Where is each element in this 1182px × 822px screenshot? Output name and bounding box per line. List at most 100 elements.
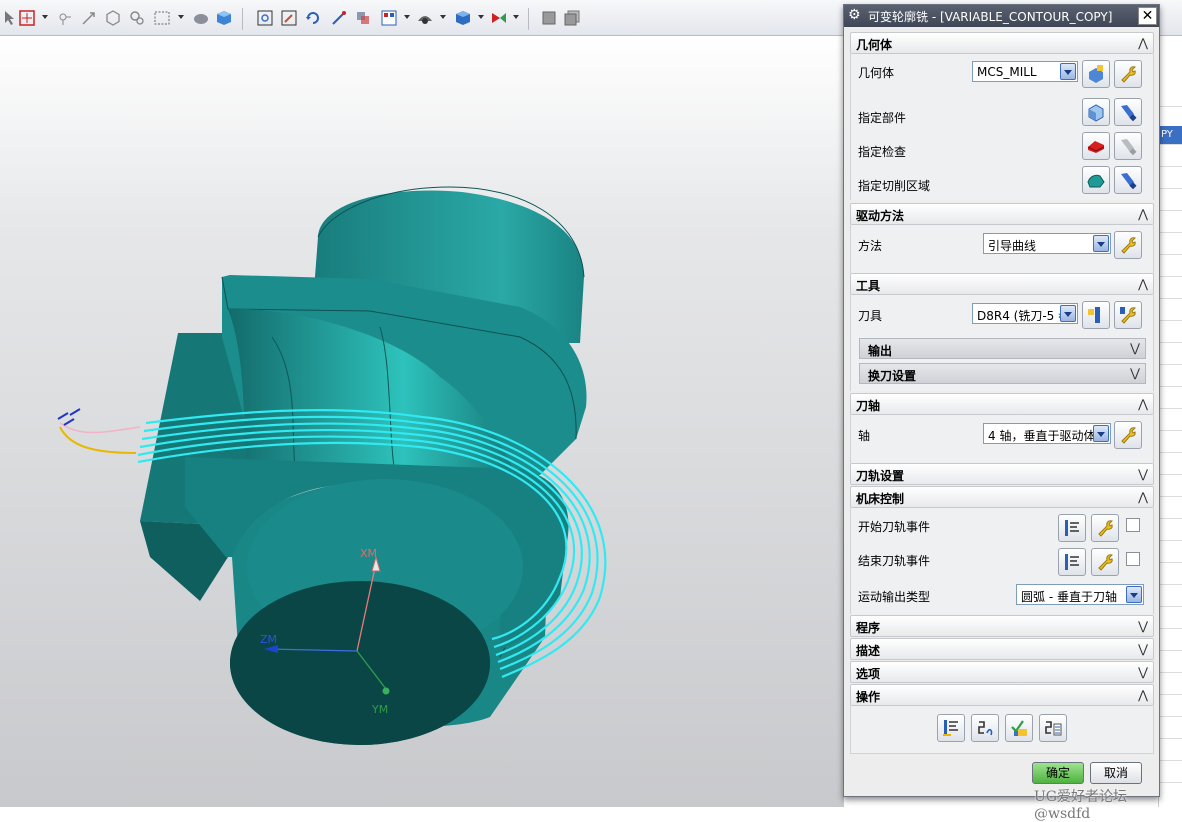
tool-axis-select[interactable]: 4 轴，垂直于驱动体 — [983, 423, 1111, 444]
rotate-icon[interactable] — [304, 9, 322, 27]
approach-path — [59, 422, 141, 434]
chevron-down-icon: ⋁ — [1138, 665, 1148, 679]
show-part-button[interactable] — [1114, 98, 1142, 126]
chevron-down-icon[interactable] — [1060, 305, 1076, 322]
motion-output-value: 圆弧 - 垂直于刀轴 — [1021, 590, 1117, 604]
graphics-viewport[interactable]: XM ZM YM — [0, 36, 844, 807]
tool-change-subsection[interactable]: 换刀设置 ⋁ — [859, 363, 1146, 384]
flashlight-icon — [1121, 173, 1137, 190]
chevron-down-icon: ⋁ — [1130, 341, 1140, 355]
dialog-title: 可变轮廓铣 - [VARIABLE_CONTOUR_COPY] — [868, 10, 1113, 24]
end-event-checkbox[interactable] — [1126, 552, 1140, 566]
section-geometry[interactable]: 几何体 ⋀ — [850, 32, 1154, 54]
end-event-label: 结束刀轨事件 — [858, 554, 931, 568]
edit-tool-axis-button[interactable] — [1114, 421, 1142, 449]
axis-label-y: YM — [371, 703, 388, 716]
start-event-label: 开始刀轨事件 — [858, 520, 931, 534]
start-event-checkbox[interactable] — [1126, 518, 1140, 532]
view-orient-icon[interactable] — [354, 9, 372, 27]
end-event-copy-button[interactable] — [1058, 548, 1086, 576]
show-cut-area-button[interactable] — [1114, 166, 1142, 194]
axis-label-z: ZM — [260, 633, 277, 646]
render-dropdown-icon[interactable] — [440, 15, 446, 19]
snap-dropdown-icon[interactable] — [42, 15, 48, 19]
edit-tool-button[interactable] — [1114, 301, 1142, 329]
method-label: 方法 — [858, 239, 883, 253]
point-constructor-icon[interactable] — [55, 9, 73, 27]
ok-button[interactable]: 确定 — [1032, 762, 1084, 784]
new-geometry-button[interactable] — [1082, 60, 1110, 88]
edit-drive-button[interactable] — [1114, 231, 1142, 259]
cube-icon[interactable] — [215, 9, 233, 27]
part-model-canvas[interactable]: XM ZM YM — [0, 37, 844, 807]
generate-button[interactable] — [937, 714, 965, 742]
cut-area-icon — [1087, 174, 1105, 188]
gear-filter-icon[interactable] — [128, 9, 146, 27]
layout-icon[interactable] — [380, 9, 398, 27]
replay-button[interactable] — [971, 714, 999, 742]
section-actions[interactable]: 操作 ⋀ — [850, 684, 1154, 706]
section-machine-body: 开始刀轨事件 结束刀轨事件 运动输出类型 圆弧 - 垂直于刀轴 — [850, 508, 1154, 614]
section-description[interactable]: 描述 ⋁ — [850, 638, 1154, 660]
shaded-solid-icon[interactable] — [192, 9, 210, 27]
zoom-icon[interactable] — [280, 9, 298, 27]
section-dropdown-icon[interactable] — [513, 15, 519, 19]
render-style-icon[interactable] — [416, 9, 434, 27]
section-program[interactable]: 程序 ⋁ — [850, 615, 1154, 637]
motion-output-select[interactable]: 圆弧 - 垂直于刀轴 — [1016, 584, 1144, 605]
toolbar-separator — [242, 8, 243, 30]
chevron-up-icon: ⋀ — [1138, 207, 1148, 221]
vector-icon[interactable] — [80, 9, 98, 27]
layout-dropdown-icon[interactable] — [404, 15, 410, 19]
fit-view-icon[interactable] — [256, 9, 274, 27]
chevron-up-icon: ⋀ — [1138, 36, 1148, 50]
rectangle-select-icon[interactable] — [153, 9, 171, 27]
chevron-down-icon[interactable] — [1060, 63, 1076, 80]
cancel-button[interactable]: 取消 — [1090, 762, 1142, 784]
chevron-down-icon[interactable] — [1126, 586, 1142, 603]
show-check-button[interactable] — [1114, 132, 1142, 160]
specify-check-button[interactable] — [1082, 132, 1110, 160]
section-tool-axis[interactable]: 刀轴 ⋀ — [850, 393, 1154, 415]
section-tool-axis-label: 刀轴 — [856, 399, 881, 413]
shaded-dropdown-icon[interactable] — [478, 15, 484, 19]
specify-cut-area-button[interactable] — [1082, 166, 1110, 194]
part-icon — [1088, 104, 1104, 122]
end-event-edit-button[interactable] — [1091, 548, 1119, 576]
dialog-titlebar[interactable]: ⚙ 可变轮廓铣 - [VARIABLE_CONTOUR_COPY] ✕ — [844, 5, 1159, 27]
start-event-edit-button[interactable] — [1091, 514, 1119, 542]
specify-part-button[interactable] — [1082, 98, 1110, 126]
chevron-down-icon[interactable] — [1093, 235, 1109, 252]
select-dropdown-icon[interactable] — [178, 15, 184, 19]
close-button[interactable]: ✕ — [1138, 7, 1157, 25]
new-tool-icon — [1088, 307, 1100, 323]
list-button[interactable] — [1039, 714, 1067, 742]
section-path-settings[interactable]: 刀轨设置 ⋁ — [850, 463, 1154, 485]
section-drive-method[interactable]: 驱动方法 ⋀ — [850, 203, 1154, 225]
section-geometry-body: 几何体 MCS_MILL 指定部件 指定检查 指定切削区域 — [850, 54, 1154, 200]
chevron-down-icon[interactable] — [1093, 425, 1109, 442]
edit-geometry-button[interactable] — [1114, 60, 1142, 88]
snap-point-icon[interactable] — [18, 9, 36, 27]
tool-axis-value: 4 轴，垂直于驱动体 — [988, 429, 1094, 443]
drive-method-select[interactable]: 引导曲线 — [983, 233, 1111, 254]
section-options[interactable]: 选项 ⋁ — [850, 661, 1154, 683]
section-view-icon[interactable] — [490, 9, 508, 27]
new-tool-button[interactable] — [1082, 301, 1110, 329]
section-tool-axis-body: 轴 4 轴，垂直于驱动体 — [850, 415, 1154, 463]
chevron-up-icon: ⋀ — [1138, 277, 1148, 291]
output-subsection[interactable]: 输出 ⋁ — [859, 338, 1146, 359]
layer-icon[interactable] — [540, 9, 558, 27]
hexagon-icon[interactable] — [104, 9, 122, 27]
verify-button[interactable] — [1005, 714, 1033, 742]
navigator-selected-row[interactable]: PY — [1159, 126, 1182, 144]
layer-settings-icon[interactable] — [563, 9, 581, 27]
start-event-copy-button[interactable] — [1058, 514, 1086, 542]
pan-icon[interactable] — [330, 9, 348, 27]
geometry-select[interactable]: MCS_MILL — [972, 61, 1078, 82]
section-machine-control[interactable]: 机床控制 ⋀ — [850, 486, 1154, 508]
section-tool[interactable]: 工具 ⋀ — [850, 273, 1154, 295]
shaded-view-icon[interactable] — [454, 9, 472, 27]
tool-select[interactable]: D8R4 (铣刀-5 参 — [972, 303, 1078, 324]
section-geometry-label: 几何体 — [856, 38, 893, 52]
